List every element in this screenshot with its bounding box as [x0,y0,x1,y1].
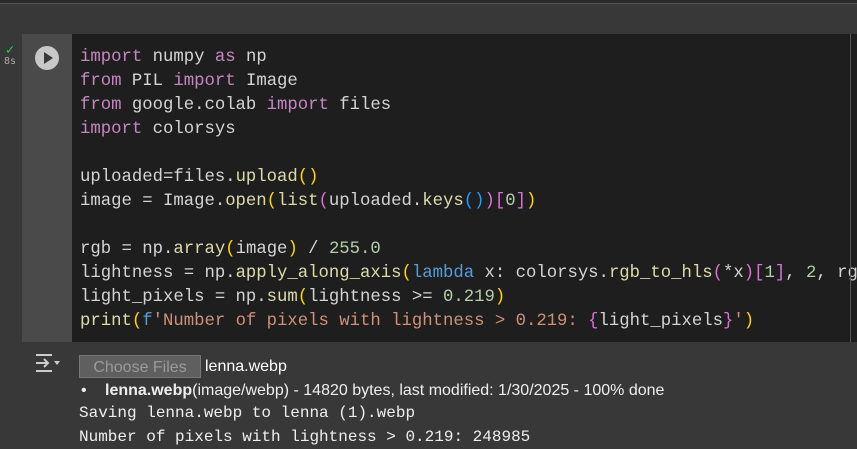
code-token: ) [743,312,755,331]
code-content[interactable]: import numpy as np from PIL import Image f… [80,46,857,334]
bullet: • [81,382,87,399]
execution-duration: 8s [3,56,17,67]
code-token: keys [422,192,464,211]
code-token: ( [297,168,309,187]
code-token: light_pixels [598,312,723,331]
code-token: ) [743,264,755,283]
uploaded-file-item: • lenna.webp(image/webp) - 14820 bytes, l… [79,381,664,401]
file-item-details: (image/webp) - 14820 bytes, last modifie… [192,382,665,399]
code-line: from PIL import Image [80,70,857,94]
code-token: ) [525,192,537,211]
code-token: image = Image. [80,192,226,211]
code-token: uploaded. [328,192,423,211]
output-gutter [0,342,22,448]
code-token: uploaded=files. [80,168,236,187]
code-token: light_pixels = np. [80,288,267,307]
code-token: list [277,192,319,211]
top-divider [0,0,857,4]
code-token: ] [774,264,786,283]
code-token: [ [494,192,506,211]
code-token: files [328,96,392,115]
code-editor[interactable]: import numpy as np from PIL import Image f… [72,34,857,342]
code-token: PIL [121,72,174,91]
code-token: print [80,312,132,331]
output-toggle-icon[interactable] [34,352,62,374]
file-item-name: lenna.webp [105,382,193,399]
code-token: ) [484,192,495,211]
choose-files-button[interactable]: Choose Files [79,355,201,378]
output-line: Number of pixels with lightness > 0.219:… [79,428,531,446]
code-token: lambda [411,264,475,283]
code-line: uploaded=files.upload() [80,166,857,190]
check-icon: ✓ [5,42,15,58]
code-token: 1 [764,264,775,283]
code-token: from [80,96,122,115]
cell-output: Choose Files lenna.webp • lenna.webp(image… [79,355,664,449]
code-line: rgb = np.array(image) / 255.0 [80,238,857,262]
code-token: } [723,312,734,331]
code-token: import [80,48,143,67]
code-token: Image [235,72,298,91]
code-token: ) [308,168,319,187]
code-token: x: colorsys. [474,264,609,283]
code-token: ) [287,240,298,259]
code-token: ] [515,192,526,211]
code-token: 'Number of pixels with lightness > 0.219… [152,312,589,331]
code-token: apply_along_axis [235,264,402,283]
code-token: rgb = np. [80,240,174,259]
code-token: ( [297,288,309,307]
code-token: as [214,48,236,67]
code-token: lightness >= [308,288,443,307]
code-token: np [235,48,267,67]
code-token: *x [723,264,744,283]
code-token: colorsys [142,120,236,139]
code-line: lightness = np.apply_along_axis(lambda x… [80,262,857,286]
code-token: 0 [505,192,516,211]
code-line: light_pixels = np.sum(lightness >= 0.219… [80,286,857,310]
code-token: import [173,72,236,91]
code-token: image [235,240,288,259]
code-token: / [297,240,329,259]
code-token: numpy [142,48,215,67]
code-line: image = Image.open(list(uploaded.keys())… [80,190,857,214]
code-token: [ [754,264,765,283]
code-line: print(f'Number of pixels with lightness … [80,310,857,334]
code-token: , [785,264,807,283]
code-token: 0.219 [443,288,495,307]
code-token: { [588,312,599,331]
code-token: sum [266,288,298,307]
code-token: open [225,192,267,211]
run-cell-button[interactable] [35,46,59,70]
code-token: array [173,240,226,259]
code-token: ( [225,240,236,259]
code-line: import colorsys [80,118,857,142]
cell-status: ✓ 8s [0,42,20,67]
code-token: () [463,192,485,211]
code-token: 255.0 [328,240,381,259]
selected-file-name: lenna.webp [205,357,287,375]
code-token: ( [401,264,412,283]
code-token: f [142,312,153,331]
code-token: ) [494,288,506,307]
code-token: rgb_to_hls [608,264,713,283]
output-line: Saving lenna.webp to lenna (1).webp [79,404,416,422]
code-token: import [80,120,143,139]
code-token: ( [131,312,143,331]
code-token: 2 [806,264,817,283]
scrollbar[interactable] [850,34,851,342]
code-token: upload [235,168,298,187]
code-token: ' [733,312,744,331]
code-token: ( [712,264,724,283]
code-token: import [266,96,329,115]
code-token: lightness = np. [80,264,236,283]
code-line: import numpy as np [80,46,857,70]
code-token: ( [266,192,278,211]
code-token: ( [318,192,329,211]
code-token: google.colab [121,96,267,115]
code-token: from [80,72,122,91]
code-line: from google.colab import files [80,94,857,118]
cell-gutter [22,34,72,342]
